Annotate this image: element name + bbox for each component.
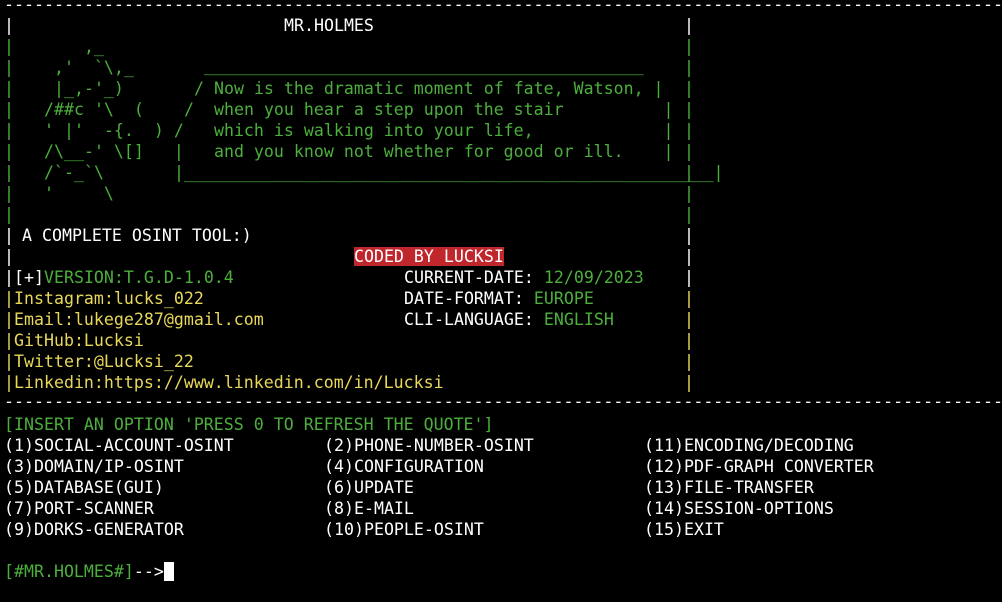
github-text: GitHub:Lucksi — [14, 331, 144, 350]
border-green: | — [684, 163, 694, 182]
art-line: /##c '\ ( — [34, 100, 144, 119]
menu-option[interactable]: (1)SOCIAL-ACCOUNT-OSINT — [4, 435, 234, 456]
email-row: |Email:lukege287@gmail.com — [4, 310, 264, 329]
current-date-label: CURRENT-DATE: — [404, 268, 544, 287]
instagram-row: |Instagram:lucks_022 — [4, 289, 204, 308]
right-border: | — [684, 289, 694, 308]
bottom-rule: ----------------------------------------… — [4, 392, 1002, 411]
art-line: |_,-'_) — [34, 79, 124, 98]
border-green: | — [684, 58, 694, 77]
border-green: | — [4, 142, 14, 161]
border-green: | — [684, 100, 694, 119]
border-green: | — [4, 205, 14, 224]
border-green: | — [4, 163, 14, 182]
right-border: | — [684, 16, 694, 35]
version-text: VERSION:T.G.D-1.0.4 — [43, 268, 234, 287]
menu-option[interactable]: (7)PORT-SCANNER — [4, 498, 154, 519]
current-date-row: CURRENT-DATE: 12/09/2023 — [404, 267, 644, 288]
border-green: | — [684, 184, 694, 203]
shell-prompt-line[interactable]: [#MR.HOLMES#]--> — [4, 561, 174, 582]
menu-option[interactable]: (8)E-MAIL — [324, 498, 414, 519]
border-green: | — [684, 37, 694, 56]
menu-option[interactable]: (4)CONFIGURATION — [324, 456, 484, 477]
version-prefix: [+] — [14, 268, 44, 287]
quote-line: / when you hear a step upon the stair | — [184, 100, 674, 119]
quote-line: and you know not whether for good or ill… — [174, 142, 674, 161]
menu-option[interactable]: (12)PDF-GRAPH CONVERTER — [644, 456, 874, 477]
menu-option[interactable]: (11)ENCODING/DECODING — [644, 435, 854, 456]
quote-bottom: |_______________________________________… — [174, 163, 724, 182]
right-border: | — [684, 310, 694, 329]
menu-option[interactable]: (14)SESSION-OPTIONS — [644, 498, 834, 519]
art-line: ,' `\,_ — [34, 58, 134, 77]
menu-option[interactable]: (9)DORKS-GENERATOR — [4, 519, 184, 540]
quote-line: which is walking into your life, | — [174, 121, 674, 140]
cli-language-label: CLI-LANGUAGE: — [404, 310, 544, 329]
art-line: /`-_`\ — [34, 163, 104, 182]
border-green: | — [4, 79, 14, 98]
text-cursor[interactable] — [163, 562, 174, 581]
menu-option[interactable]: (3)DOMAIN/IP-OSINT — [4, 456, 184, 477]
menu-option[interactable]: (2)PHONE-NUMBER-OSINT — [324, 435, 534, 456]
email-text: Email:lukege287@gmail.com — [14, 310, 264, 329]
menu-option[interactable]: (15)EXIT — [644, 519, 724, 540]
art-line: ' |' -{. ) / — [34, 121, 184, 140]
current-date-value: 12/09/2023 — [543, 268, 644, 287]
date-format-label: DATE-FORMAT: — [404, 289, 534, 308]
border-green: | — [4, 100, 14, 119]
tagline: A COMPLETE OSINT TOOL:) — [12, 226, 252, 245]
art-line: /\__-' \[] | — [34, 142, 184, 161]
shell-prompt: [#MR.HOLMES#] — [4, 562, 134, 581]
border-green: | — [684, 121, 694, 140]
cli-language-value: ENGLISH — [543, 310, 614, 329]
border-green: | — [4, 184, 14, 203]
menu-option[interactable]: (10)PEOPLE-OSINT — [324, 519, 484, 540]
right-border: | — [684, 331, 694, 350]
border-green: | — [684, 205, 694, 224]
date-format-value: EUROPE — [533, 289, 594, 308]
border-green: | — [4, 121, 14, 140]
quote-top: ________________________________________… — [204, 56, 644, 75]
instagram-text: Instagram:lucks_022 — [14, 289, 204, 308]
border-green: | — [684, 79, 694, 98]
coded-by-badge: CODED BY LUCKSI — [353, 247, 504, 266]
twitter-row: |Twitter:@Lucksi_22 — [4, 352, 194, 371]
art-line: ,_ — [44, 37, 104, 56]
version-row: |[+]VERSION:T.G.D-1.0.4 — [4, 268, 234, 287]
border-green: | — [684, 142, 694, 161]
right-border: | — [684, 226, 694, 245]
art-line: ' \ — [34, 184, 114, 203]
right-border: | — [684, 352, 694, 371]
date-format-row: DATE-FORMAT: EUROPE — [404, 288, 594, 309]
menu-option[interactable]: (13)FILE-TRANSFER — [644, 477, 814, 498]
app-title: MR.HOLMES — [284, 16, 374, 35]
menu-option[interactable]: (5)DATABASE(GUI) — [4, 477, 164, 498]
top-rule: ----------------------------------------… — [4, 0, 1002, 14]
border-green: | — [4, 58, 14, 77]
left-border: | — [4, 16, 14, 35]
quote-line: / Now is the dramatic moment of fate, Wa… — [194, 79, 664, 98]
cli-language-row: CLI-LANGUAGE: ENGLISH — [404, 309, 614, 330]
linkedin-text: Linkedin:https://www.linkedin.com/in/Luc… — [14, 373, 444, 392]
right-border: | — [684, 268, 694, 287]
github-row: |GitHub:Lucksi — [4, 331, 144, 350]
menu-prompt: [INSERT AN OPTION 'PRESS 0 TO REFRESH TH… — [4, 415, 494, 434]
menu-option[interactable]: (6)UPDATE — [324, 477, 414, 498]
terminal-window: ----------------------------------------… — [4, 0, 1002, 602]
linkedin-row: |Linkedin:https://www.linkedin.com/in/Lu… — [4, 373, 444, 392]
border-green: | — [4, 37, 14, 56]
right-border: | — [684, 247, 694, 266]
twitter-text: Twitter:@Lucksi_22 — [14, 352, 194, 371]
right-border: | — [684, 373, 694, 392]
shell-arrow: --> — [133, 562, 164, 581]
left-border: | — [4, 247, 14, 266]
